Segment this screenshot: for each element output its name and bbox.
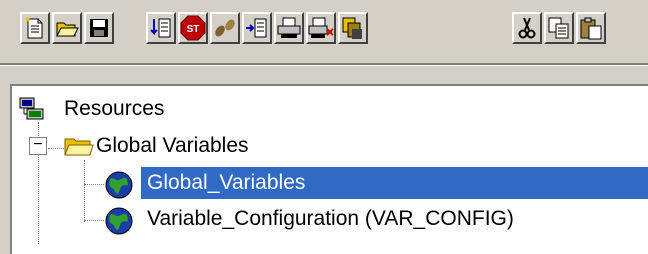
tree-root-resources[interactable]: Resources xyxy=(64,96,164,122)
printer-delete-icon xyxy=(308,16,334,40)
list-down-icon xyxy=(149,16,173,40)
print-delete-button[interactable] xyxy=(306,12,336,44)
tree-item-variable-configuration[interactable]: Variable_Configuration (VAR_CONFIG) xyxy=(147,206,514,232)
insert-list-icon xyxy=(245,16,269,40)
resources-icon xyxy=(19,97,45,126)
footsteps-icon xyxy=(212,16,238,40)
globe-icon xyxy=(104,206,134,241)
tree-connector xyxy=(48,148,64,149)
tree-connector xyxy=(84,184,104,185)
print-button[interactable] xyxy=(274,12,304,44)
stop-icon: ST xyxy=(180,15,206,41)
open-folder-button[interactable] xyxy=(52,12,82,44)
save-button[interactable] xyxy=(84,12,114,44)
svg-text:ST: ST xyxy=(187,24,200,35)
program-step-button[interactable] xyxy=(210,12,240,44)
tree-item-global-variables[interactable]: Global_Variables xyxy=(147,170,305,196)
insert-list-button[interactable] xyxy=(242,12,272,44)
scissors-icon xyxy=(516,16,538,40)
new-file-button[interactable] xyxy=(20,12,50,44)
new-file-icon xyxy=(24,16,46,40)
cut-button[interactable] xyxy=(512,12,542,44)
tree-connector xyxy=(84,160,85,222)
globe-icon xyxy=(104,170,134,205)
folder-icon xyxy=(64,135,94,162)
printer-icon xyxy=(276,16,302,40)
copy-button[interactable] xyxy=(544,12,574,44)
tree-connector xyxy=(84,220,104,221)
paste-icon xyxy=(579,16,603,40)
tree-folder-global-variables[interactable]: Global Variables xyxy=(96,133,249,159)
stop-button[interactable]: ST xyxy=(178,12,208,44)
copy-icon xyxy=(547,16,571,40)
save-icon xyxy=(88,17,110,39)
tree-collapse-toggle[interactable]: − xyxy=(29,137,47,155)
toolbar: ST xyxy=(0,0,648,56)
open-folder-icon xyxy=(55,17,79,39)
paste-button[interactable] xyxy=(576,12,606,44)
copy-files-icon xyxy=(340,15,366,41)
copy-files-button[interactable] xyxy=(338,12,368,44)
toolbar-separator xyxy=(0,63,648,66)
list-down-button[interactable] xyxy=(146,12,176,44)
tree-item-selected[interactable]: Global_Variables xyxy=(141,167,648,199)
